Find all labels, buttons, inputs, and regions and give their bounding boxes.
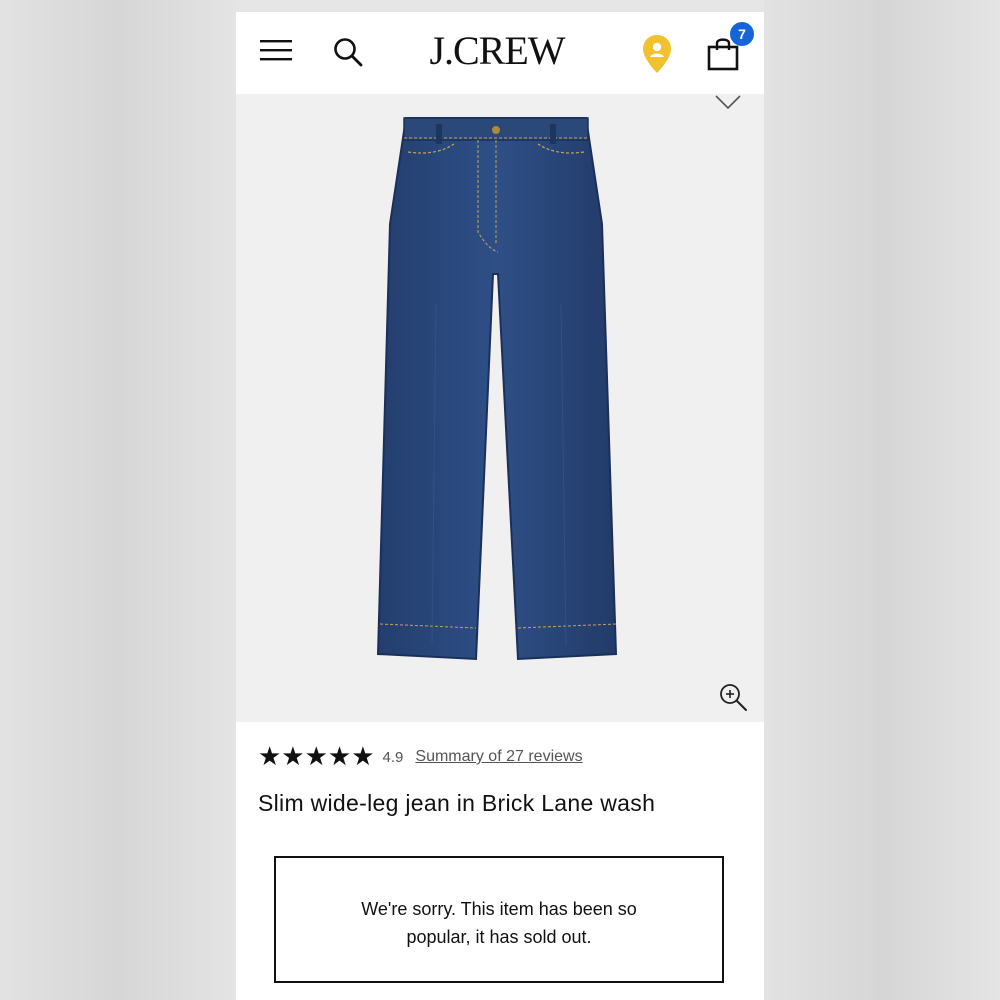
background-right [764, 0, 1000, 1000]
rating-value: 4.9 [382, 748, 404, 766]
sold-out-notice: We're sorry. This item has been so popul… [274, 856, 724, 983]
product-title: Slim wide-leg jean in Brick Lane wash [258, 790, 656, 816]
background-left [0, 0, 236, 1000]
site-header: J.CREW 7 [236, 12, 764, 94]
location-pin-icon[interactable] [642, 34, 672, 74]
hamburger-menu-icon[interactable] [260, 38, 294, 64]
reviews-summary-link[interactable]: Summary of 27 reviews [415, 748, 582, 766]
sold-out-message: We're sorry. This item has been so popul… [361, 898, 637, 947]
rating-row: ★★★★★ 4.9 Summary of 27 reviews [258, 742, 583, 772]
zoom-in-icon[interactable] [718, 682, 748, 712]
status-strip [236, 0, 764, 12]
heart-icon[interactable] [714, 94, 742, 110]
mobile-page: J.CREW 7 ★★★★★ 4.9 Summary of 27 reviews… [236, 12, 764, 1000]
jeans-illustration [376, 117, 618, 661]
product-image[interactable] [236, 94, 764, 722]
star-rating: ★★★★★ [258, 742, 375, 772]
jcrew-logo[interactable]: J.CREW [412, 26, 582, 76]
search-icon[interactable] [332, 36, 364, 68]
bag-count-badge: 7 [730, 22, 754, 46]
